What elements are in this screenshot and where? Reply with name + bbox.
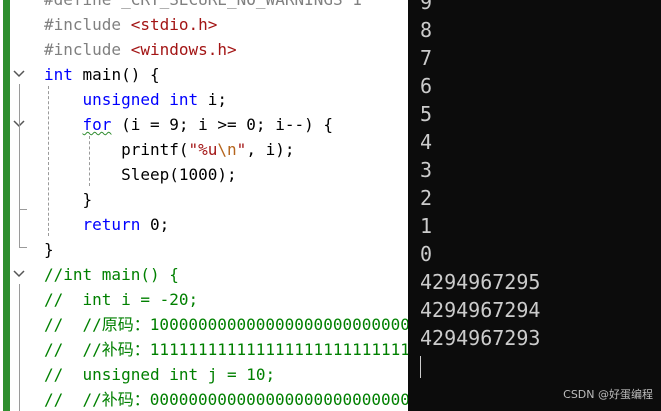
code-token: \n <box>217 140 237 159</box>
code-line[interactable]: printf("%u\n", i); <box>44 137 294 162</box>
code-line[interactable]: } <box>44 187 93 212</box>
console-output-line: 8 <box>420 18 433 42</box>
code-token: main() { <box>72 65 160 84</box>
code-line[interactable]: #include <stdio.h> <box>44 12 217 37</box>
code-line[interactable]: return 0; <box>44 212 170 237</box>
code-token: // //补码：11111111111111111111111111101100 <box>44 340 408 359</box>
code-line[interactable]: unsigned int i; <box>44 87 228 112</box>
code-token: #include <box>44 40 131 59</box>
code-line[interactable]: // //原码：10000000000000000000000000010100 <box>44 312 408 337</box>
console-output-line: 6 <box>420 74 433 98</box>
console-output-line: 7 <box>420 46 433 70</box>
change-indicator-bar <box>3 0 10 411</box>
code-line[interactable]: } <box>44 237 54 262</box>
code-token: return <box>82 215 141 234</box>
code-token: printf( <box>44 140 189 159</box>
console-output-line: 2 <box>420 186 433 210</box>
code-token: //int main() { <box>44 265 179 284</box>
code-token: int <box>44 65 73 84</box>
console-output-line: 0 <box>420 242 433 266</box>
console-caret <box>420 356 421 378</box>
fold-range-line <box>19 284 20 411</box>
console-window[interactable]: 9 8 7 6 5 4 3 2 1 0 4294967295 4294967294 4294967293… <box>408 0 661 411</box>
fold-chevron-down-icon[interactable] <box>12 67 26 81</box>
code-line[interactable]: // //补码：11111111111111111111111111101100 <box>44 337 408 362</box>
code-token: , i); <box>246 140 295 159</box>
console-output-line: 4294967293 <box>420 326 541 350</box>
code-line[interactable]: //int main() { <box>44 262 179 287</box>
code-line[interactable]: int main() { <box>44 62 160 87</box>
code-token: unsigned <box>82 90 160 109</box>
console-output-line: 3 <box>420 158 433 182</box>
code-line[interactable]: for (i = 9; i >= 0; i--) { <box>44 112 333 137</box>
code-token: // //补码：00000000000000000000000000001010 <box>44 390 408 409</box>
fold-chevron-down-icon[interactable] <box>12 267 26 281</box>
code-editor[interactable]: #define _CRT_SECURE_NO_WARNINGS 1 #includ… <box>0 0 408 411</box>
code-token: int <box>169 90 199 109</box>
code-token: Sleep(1000); <box>44 165 237 184</box>
code-token: <stdio.h> <box>130 15 218 34</box>
code-token: i; <box>198 90 228 109</box>
fold-range-end <box>19 247 27 248</box>
code-token: <windows.h> <box>130 40 237 59</box>
console-output-line: 4294967294 <box>420 298 541 322</box>
code-token: // int i = -20; <box>44 290 199 309</box>
code-line[interactable]: // unsigned int j = 10; <box>44 362 275 387</box>
code-token: for <box>82 115 112 134</box>
code-line[interactable]: // //补码：00000000000000000000000000001010 <box>44 387 408 411</box>
watermark: CSDN @好蛋编程 <box>563 388 653 401</box>
fold-range-end <box>19 209 27 210</box>
console-output-line: 5 <box>420 102 433 126</box>
code-line[interactable]: // int i = -20; <box>44 287 198 312</box>
console-output-line: 9 <box>420 0 433 14</box>
code-token: // //原码：10000000000000000000000000010100 <box>44 315 408 334</box>
code-token: #define _CRT_SECURE_NO_WARNINGS 1 <box>44 0 362 9</box>
code-token: 0; <box>140 215 170 234</box>
code-token: (i = 9; i >= 0; i--) { <box>111 115 333 134</box>
code-token: #include <box>44 15 131 34</box>
code-line[interactable]: Sleep(1000); <box>44 162 237 187</box>
console-output-line: 4 <box>420 130 433 154</box>
code-token: } <box>44 240 54 259</box>
code-token: "%u <box>188 140 218 159</box>
fold-range-line <box>19 134 20 209</box>
code-token: // unsigned int j = 10; <box>44 365 276 384</box>
code-line[interactable]: #define _CRT_SECURE_NO_WARNINGS 1 <box>44 0 362 12</box>
code-line[interactable]: #include <windows.h> <box>44 37 237 62</box>
code-token: } <box>44 190 93 209</box>
console-output-line: 1 <box>420 214 433 238</box>
console-output-line: 4294967295 <box>420 270 541 294</box>
code-token: " <box>236 140 247 159</box>
